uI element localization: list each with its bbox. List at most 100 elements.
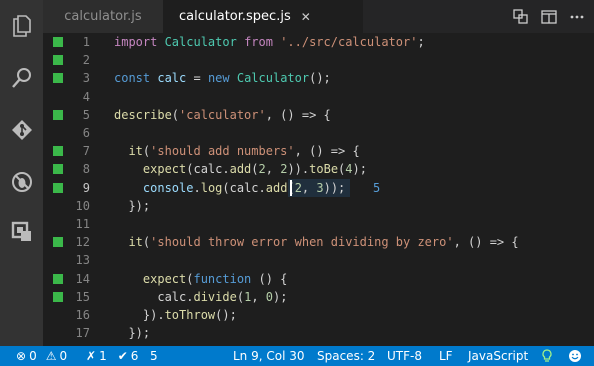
code-text: }); <box>114 198 151 213</box>
indentation-label: Spaces: 2 <box>317 349 376 363</box>
code-text: const calc = new Calculator(); <box>114 71 331 86</box>
coverage-marker <box>53 146 63 157</box>
pass-icon: ✔ <box>117 349 128 363</box>
coverage-marker <box>53 291 63 302</box>
line-number: 16 <box>75 308 90 322</box>
inline-result: 5 <box>373 180 381 195</box>
pass-count: 6 <box>130 349 139 363</box>
tab-label: calculator.js <box>64 9 142 24</box>
code-line[interactable]: 1 import Calculator from '../src/calculat… <box>43 33 594 51</box>
cursor-position[interactable]: Ln 9, Col 30 <box>233 346 305 366</box>
line-ending-label: LF <box>439 349 453 363</box>
line-number: 4 <box>82 89 90 104</box>
indentation[interactable]: Spaces: 2 <box>317 346 375 366</box>
code-text: expect(function () { <box>114 271 288 286</box>
code-text: it('should add numbers', () => { <box>114 144 360 159</box>
code-text: expect(calc.add(2, 2)).toBe(4); <box>114 162 367 177</box>
line-number: 6 <box>82 126 90 140</box>
lightbulb-icon[interactable] <box>541 346 553 366</box>
fail-icon: ✗ <box>86 349 97 363</box>
line-number: 13 <box>75 253 90 268</box>
encoding-label: UTF-8 <box>387 349 422 363</box>
code-line[interactable]: 14 expect(function () { <box>43 270 594 288</box>
line-number: 10 <box>75 198 90 213</box>
code-line[interactable]: 5 describe('calculator', () => { <box>43 106 594 124</box>
line-ending[interactable]: LF <box>439 346 453 366</box>
debug-icon[interactable] <box>8 168 36 196</box>
code-text: }).toThrow(); <box>114 308 237 322</box>
code-line[interactable]: 2 <box>43 51 594 69</box>
status-bar: ⊗ 0 ⚠ 0 ✗ 1 ✔ 6 5 Ln 9, Col 30 Spaces: 2… <box>0 346 594 366</box>
tab-calculator-spec-js[interactable]: calculator.spec.js ✕ <box>163 0 363 33</box>
explorer-icon[interactable] <box>8 12 36 40</box>
coverage-marker <box>53 237 63 248</box>
code-line[interactable]: 15 calc.divide(1, 0); <box>43 288 594 306</box>
result-count-label: 5 <box>150 349 158 363</box>
line-number: 5 <box>82 107 90 122</box>
search-icon[interactable] <box>8 64 36 92</box>
warning-icon: ⚠ <box>45 349 57 363</box>
coverage-marker <box>53 55 63 66</box>
code-line[interactable]: 12 it('should throw error when dividing … <box>43 233 594 251</box>
line-number: 11 <box>75 217 90 231</box>
code-line[interactable]: 8 expect(calc.add(2, 2)).toBe(4); <box>43 160 594 178</box>
test-status[interactable]: ✗ 1 ✔ 6 <box>86 346 138 366</box>
tab-label: calculator.spec.js <box>179 9 291 24</box>
editor-actions <box>513 0 594 33</box>
code-line[interactable]: 17 }); <box>43 324 594 342</box>
line-number: 7 <box>82 144 90 159</box>
code-editor[interactable]: 1 import Calculator from '../src/calculat… <box>43 33 594 346</box>
code-line[interactable]: 10 }); <box>43 197 594 215</box>
close-icon[interactable]: ✕ <box>301 10 311 24</box>
coverage-marker <box>53 164 63 175</box>
cursor-position-label: Ln 9, Col 30 <box>233 349 305 363</box>
coverage-marker <box>53 73 63 84</box>
line-number: 12 <box>75 235 90 250</box>
source-control-icon[interactable] <box>8 116 36 144</box>
line-number: 17 <box>75 326 90 341</box>
code-text: import Calculator from '../src/calculato… <box>114 35 425 49</box>
code-line[interactable]: 7 it('should add numbers', () => { <box>43 142 594 160</box>
code-text: describe('calculator', () => { <box>114 107 331 122</box>
line-number: 8 <box>82 162 90 177</box>
code-line[interactable]: 13 <box>43 251 594 269</box>
code-text: calc.divide(1, 0); <box>114 289 288 304</box>
code-line[interactable]: 4 <box>43 88 594 106</box>
tab-bar: calculator.js calculator.spec.js ✕ <box>43 0 594 33</box>
error-icon: ⊗ <box>16 349 27 363</box>
compare-icon[interactable] <box>513 8 529 25</box>
line-number: 2 <box>82 53 90 68</box>
line-number: 1 <box>82 35 90 49</box>
code-text: it('should throw error when dividing by … <box>114 235 519 250</box>
line-number: 3 <box>82 71 90 86</box>
language-mode[interactable]: JavaScript <box>468 346 528 366</box>
language-label: JavaScript <box>468 349 529 363</box>
code-line[interactable]: 11 <box>43 215 594 233</box>
coverage-marker <box>53 273 63 284</box>
more-actions-icon[interactable] <box>569 9 585 25</box>
code-line[interactable]: 9 console.log(calc.add(2, 3)); 5 <box>43 178 594 197</box>
coverage-marker <box>53 182 63 193</box>
result-count[interactable]: 5 <box>150 346 158 366</box>
line-number: 15 <box>75 289 90 304</box>
code-line[interactable]: 16 }).toThrow(); <box>43 306 594 324</box>
encoding[interactable]: UTF-8 <box>387 346 422 366</box>
error-count: 0 <box>29 349 37 363</box>
code-line[interactable]: 6 <box>43 124 594 142</box>
activity-bar <box>0 0 43 346</box>
code-line[interactable]: 3 const calc = new Calculator(); <box>43 69 594 87</box>
split-editor-icon[interactable] <box>541 9 557 25</box>
fail-count: 1 <box>99 349 107 363</box>
extensions-icon[interactable] <box>8 218 36 246</box>
warning-count: 0 <box>59 349 68 363</box>
code-text: }); <box>114 326 151 341</box>
coverage-marker <box>53 109 63 120</box>
text-cursor <box>290 179 292 196</box>
code-text: console.log(calc.add(2, 3)); <box>114 180 346 195</box>
coverage-marker <box>53 37 63 47</box>
problems-status[interactable]: ⊗ 0 ⚠ 0 <box>16 346 67 366</box>
tab-calculator-js[interactable]: calculator.js <box>43 0 163 33</box>
feedback-smiley-icon[interactable] <box>568 346 582 366</box>
line-number: 9 <box>82 180 90 195</box>
line-number: 14 <box>75 271 90 286</box>
